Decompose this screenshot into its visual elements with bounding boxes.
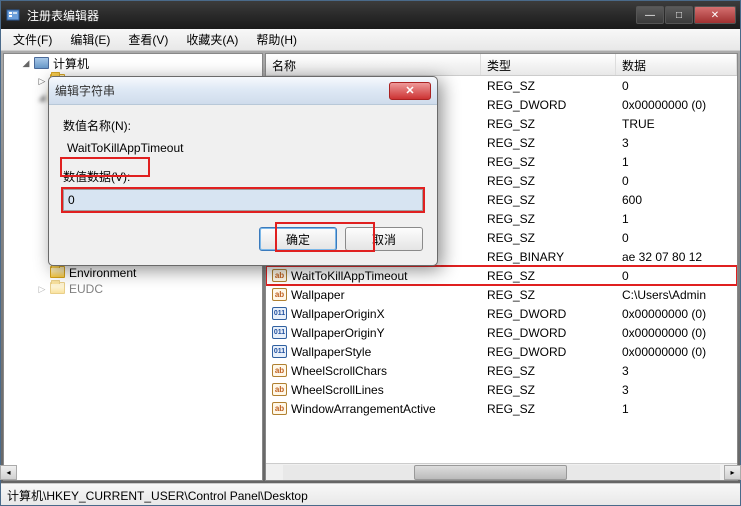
list-row[interactable]: ab WindowArrangementActive REG_SZ1 [266,399,737,418]
statusbar: 计算机\HKEY_CURRENT_USER\Control Panel\Desk… [1,483,740,505]
string-icon: ab [272,269,287,282]
value-data: 0 [616,230,737,246]
value-type: REG_DWORD [481,97,616,113]
value-data: 0 [616,78,737,94]
value-type: REG_SZ [481,230,616,246]
value-type: REG_SZ [481,135,616,151]
value-data: 1 [616,211,737,227]
value-name: WheelScrollLines [291,383,384,397]
string-icon: ab [272,364,287,377]
list-row[interactable]: 011 WallpaperOriginY REG_DWORD0x00000000 (… [266,323,737,342]
value-type: REG_SZ [481,363,616,379]
value-data: 600 [616,192,737,208]
value-data: 1 [616,154,737,170]
maximize-button[interactable]: □ [665,6,693,24]
value-data: 0 [616,173,737,189]
dialog-title: 编辑字符串 [55,82,389,99]
tree-root[interactable]: ◢ 计算机 [4,54,262,73]
value-data: 1 [616,401,737,417]
value-data: 3 [616,382,737,398]
horizontal-scrollbar[interactable]: ◂ ▸ [266,463,737,480]
binary-icon: 011 [272,345,287,358]
value-type: REG_SZ [481,268,616,284]
list-row[interactable]: ab Wallpaper REG_SZC:\Users\Admin [266,285,737,304]
value-type: REG_DWORD [481,344,616,360]
list-row[interactable]: ab WaitToKillAppTimeout REG_SZ0 [266,266,737,285]
close-button[interactable]: ✕ [694,6,736,24]
value-name: WindowArrangementActive [291,402,436,416]
binary-icon: 011 [272,326,287,339]
value-data: C:\Users\Admin [616,287,737,303]
value-data: 3 [616,135,737,151]
value-name: WallpaperOriginY [291,326,385,340]
app-icon [5,7,21,23]
value-data: 0x00000000 (0) [616,325,737,341]
window-title: 注册表编辑器 [27,7,636,24]
scroll-thumb[interactable] [414,465,567,480]
titlebar[interactable]: 注册表编辑器 — □ ✕ [1,1,740,29]
value-data: ae 32 07 80 12 [616,249,737,265]
value-type: REG_SZ [481,287,616,303]
menubar: 文件(F) 编辑(E) 查看(V) 收藏夹(A) 帮助(H) [1,29,740,51]
binary-icon: 011 [272,307,287,320]
tree-eudc[interactable]: ▷ EUDC [4,281,262,297]
computer-icon [34,57,49,69]
col-type[interactable]: 类型 [481,54,616,75]
list-row[interactable]: 011 WallpaperStyle REG_DWORD0x00000000 (0) [266,342,737,361]
value-data-label: 数值数据(V): [63,168,423,185]
dialog-titlebar[interactable]: 编辑字符串 ✕ [49,77,437,105]
menu-view[interactable]: 查看(V) [120,29,176,50]
expand-icon[interactable]: ▷ [36,75,48,87]
value-name: WheelScrollChars [291,364,387,378]
value-type: REG_SZ [481,211,616,227]
value-name: WallpaperOriginX [291,307,385,321]
menu-edit[interactable]: 编辑(E) [62,29,118,50]
value-type: REG_DWORD [481,306,616,322]
list-row[interactable]: ab WheelScrollChars REG_SZ3 [266,361,737,380]
value-type: REG_DWORD [481,325,616,341]
value-data: 3 [616,363,737,379]
value-name-label: 数值名称(N): [63,117,423,134]
col-data[interactable]: 数据 [616,54,737,75]
string-icon: ab [272,383,287,396]
menu-help[interactable]: 帮助(H) [248,29,305,50]
list-row[interactable]: ab WheelScrollLines REG_SZ3 [266,380,737,399]
value-type: REG_BINARY [481,249,616,265]
folder-icon [50,266,65,278]
menu-favorites[interactable]: 收藏夹(A) [178,29,246,50]
edit-string-dialog: 编辑字符串 ✕ 数值名称(N): WaitToKillAppTimeout 数值… [48,76,438,266]
string-icon: ab [272,288,287,301]
list-header: 名称 类型 数据 [266,54,737,76]
value-name: WaitToKillAppTimeout [291,269,407,283]
value-data: TRUE [616,116,737,132]
tree-environment[interactable]: Environment [4,265,262,281]
minimize-button[interactable]: — [636,6,664,24]
value-type: REG_SZ [481,382,616,398]
value-type: REG_SZ [481,116,616,132]
folder-icon [50,282,65,294]
value-name: WallpaperStyle [291,345,371,359]
value-type: REG_SZ [481,154,616,170]
menu-file[interactable]: 文件(F) [5,29,60,50]
value-data: 0x00000000 (0) [616,306,737,322]
value-type: REG_SZ [481,192,616,208]
value-data-input[interactable] [63,189,423,211]
collapse-icon[interactable]: ◢ [20,58,32,70]
scroll-right-button[interactable]: ▸ [724,465,738,480]
value-type: REG_SZ [481,173,616,189]
cancel-button[interactable]: 取消 [345,227,423,251]
value-name-field: WaitToKillAppTimeout [63,138,423,158]
col-name[interactable]: 名称 [266,54,481,75]
ok-button[interactable]: 确定 [259,227,337,251]
value-data: 0x00000000 (0) [616,344,737,360]
value-type: REG_SZ [481,78,616,94]
string-icon: ab [272,402,287,415]
dialog-close-button[interactable]: ✕ [389,82,431,100]
list-row[interactable]: 011 WallpaperOriginX REG_DWORD0x00000000 (… [266,304,737,323]
value-type: REG_SZ [481,401,616,417]
value-data: 0x00000000 (0) [616,97,737,113]
value-name: Wallpaper [291,288,345,302]
value-data: 0 [616,268,737,284]
